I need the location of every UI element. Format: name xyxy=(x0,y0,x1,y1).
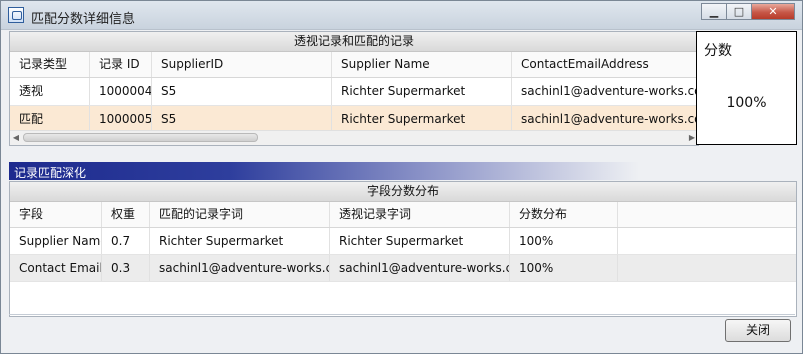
fields-group-header: 字段分数分布 xyxy=(10,182,796,202)
section-header: 记录匹配深化 xyxy=(9,162,639,180)
column-header[interactable]: 匹配的记录字词 xyxy=(150,202,330,227)
horizontal-scrollbar[interactable]: ◀ ▶ xyxy=(10,130,698,145)
close-window-button[interactable]: ✕ xyxy=(751,3,795,20)
table-cell: sachinl1@adventure-works.com xyxy=(512,106,698,133)
table-cell: sachinl1@adventure-works.com xyxy=(330,255,510,281)
table-cell: Richter Supermarket xyxy=(150,228,330,254)
table-cell: 100% xyxy=(510,255,618,281)
column-header[interactable]: 分数分布 xyxy=(510,202,618,227)
window-title: 匹配分数详细信息 xyxy=(31,12,136,27)
fields-header-row: 字段 权重 匹配的记录字词 透视记录字词 分数分布 xyxy=(10,202,796,228)
table-cell: 0.7 xyxy=(102,228,150,254)
table-cell: 1000005 xyxy=(90,106,152,133)
minimize-button[interactable]: ▁ xyxy=(701,3,727,20)
title-bar[interactable]: 匹配分数详细信息 ▁ □ ✕ xyxy=(1,1,802,30)
app-icon xyxy=(8,7,24,23)
window-controls: ▁ □ ✕ xyxy=(701,3,795,21)
records-header-row: 记录类型 记录 ID SupplierID Supplier Name Cont… xyxy=(10,52,698,78)
records-group-header: 透视记录和匹配的记录 xyxy=(10,32,698,52)
score-label: 分数 xyxy=(704,43,732,59)
table-row[interactable]: Supplier Name 0.7 Richter Supermarket Ri… xyxy=(10,228,796,255)
column-header[interactable]: 记录类型 xyxy=(10,52,90,77)
table-cell: 100% xyxy=(510,228,618,254)
field-scores-grid: 字段分数分布 字段 权重 匹配的记录字词 透视记录字词 分数分布 Supplie… xyxy=(9,181,797,317)
table-cell: S5 xyxy=(152,78,332,105)
column-header[interactable]: 记录 ID xyxy=(90,52,152,77)
column-header[interactable]: ContactEmailAddress xyxy=(512,52,698,77)
table-cell: Richter Supermarket xyxy=(332,78,512,105)
table-cell: sachinl1@adventure-works.com xyxy=(512,78,698,105)
column-header[interactable]: 透视记录字词 xyxy=(330,202,510,227)
table-cell: 1000004 xyxy=(90,78,152,105)
table-cell: 0.3 xyxy=(102,255,150,281)
table-cell: Richter Supermarket xyxy=(332,106,512,133)
table-cell: 匹配 xyxy=(10,106,90,133)
score-panel: 分数 100% xyxy=(696,31,797,145)
section-title: 记录匹配深化 xyxy=(14,166,87,180)
score-value: 100% xyxy=(726,95,767,111)
column-header[interactable]: 字段 xyxy=(10,202,102,227)
column-header[interactable]: SupplierID xyxy=(152,52,332,77)
maximize-button[interactable]: □ xyxy=(726,3,752,20)
table-cell: sachinl1@adventure-works.com xyxy=(150,255,330,281)
table-row[interactable]: 透视 1000004 S5 Richter Supermarket sachin… xyxy=(10,78,698,106)
table-cell: Contact Email xyxy=(10,255,102,281)
column-header[interactable]: 权重 xyxy=(102,202,150,227)
table-cell: Supplier Name xyxy=(10,228,102,254)
footer-divider xyxy=(9,314,795,315)
scroll-left-icon[interactable]: ◀ xyxy=(10,131,22,145)
close-button[interactable]: 关闭 xyxy=(725,319,791,342)
table-cell: S5 xyxy=(152,106,332,133)
table-cell: Richter Supermarket xyxy=(330,228,510,254)
table-cell: 透视 xyxy=(10,78,90,105)
records-grid: 透视记录和匹配的记录 记录类型 记录 ID SupplierID Supplie… xyxy=(9,31,699,146)
column-header[interactable]: Supplier Name xyxy=(332,52,512,77)
match-score-details-window: 匹配分数详细信息 ▁ □ ✕ 透视记录和匹配的记录 记录类型 记录 ID Sup… xyxy=(0,0,803,354)
table-row[interactable]: Contact Email 0.3 sachinl1@adventure-wor… xyxy=(10,255,796,282)
scrollbar-thumb[interactable] xyxy=(23,133,258,142)
